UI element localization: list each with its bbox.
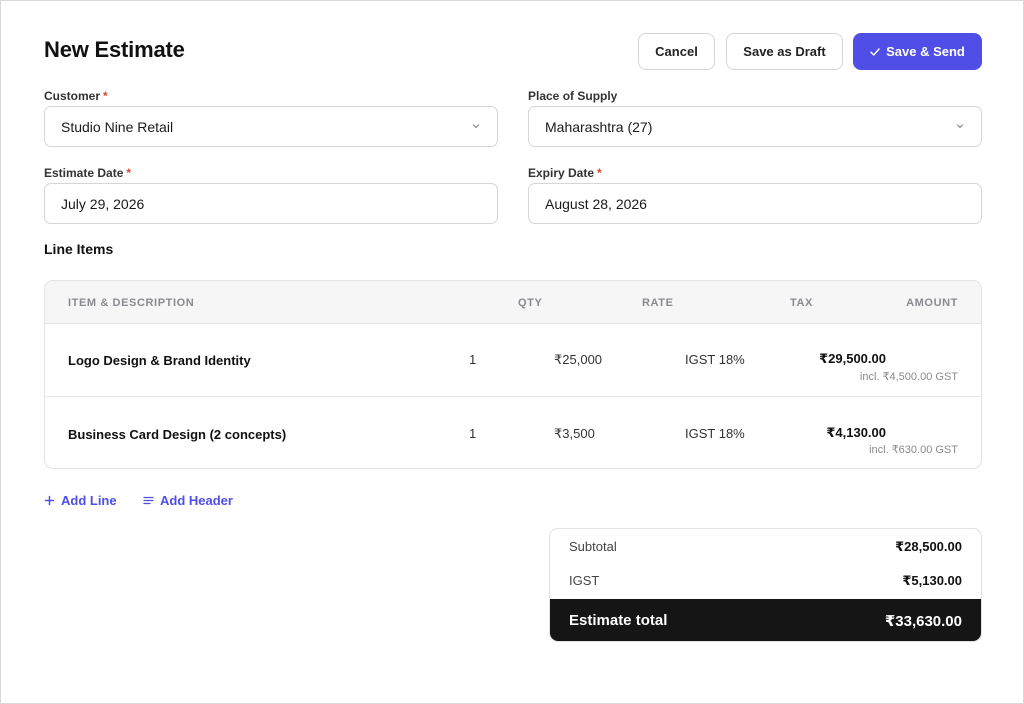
subtotal-label: Subtotal <box>569 539 617 554</box>
estimate-total-row: Estimate total ₹33,630.00 <box>550 599 981 641</box>
tax-row: IGST ₹5,130.00 <box>550 563 981 597</box>
estimate-date-label: Estimate Date * <box>44 166 131 180</box>
estimate-date-label-text: Estimate Date <box>44 166 124 180</box>
item-rate: ₹3,500 <box>554 426 595 441</box>
item-tax: IGST 18% <box>685 426 745 441</box>
add-header-button[interactable]: Add Header <box>143 493 233 508</box>
estimate-total-label: Estimate total <box>569 612 668 629</box>
item-amount: ₹4,130.00 <box>826 425 886 440</box>
customer-label: Customer * <box>44 89 108 103</box>
save-and-send-button[interactable]: Save & Send <box>853 33 982 70</box>
chevron-down-icon <box>472 124 480 129</box>
table-row[interactable]: Logo Design & Brand Identity 1 ₹25,000 I… <box>45 324 981 396</box>
customer-select[interactable]: Studio Nine Retail <box>44 106 498 147</box>
item-qty: 1 <box>469 352 477 367</box>
item-qty: 1 <box>469 426 477 441</box>
customer-label-text: Customer <box>44 89 101 103</box>
tax-value: ₹5,130.00 <box>902 573 962 588</box>
required-marker: * <box>103 89 108 103</box>
chevron-down-icon <box>956 124 964 129</box>
estimate-date-field[interactable]: July 29, 2026 <box>44 183 498 224</box>
add-header-label: Add Header <box>160 493 233 508</box>
estimate-form: New Estimate Cancel Save as Draft Save &… <box>0 0 1024 704</box>
column-tax: TAX <box>790 297 813 309</box>
item-name: Business Card Design (2 concepts) <box>68 427 287 442</box>
tax-label: IGST <box>569 573 600 588</box>
save-as-draft-button[interactable]: Save as Draft <box>726 33 843 70</box>
required-marker: * <box>597 166 602 180</box>
item-tax-included: incl. ₹4,500.00 GST <box>859 371 958 383</box>
item-tax-included: incl. ₹630.00 GST <box>869 444 958 456</box>
add-line-button[interactable]: Add Line <box>44 493 117 508</box>
item-tax: IGST 18% <box>685 352 745 367</box>
line-items-title: Line Items <box>44 241 114 257</box>
item-amount: ₹29,500.00 <box>819 351 886 366</box>
item-rate: ₹25,000 <box>554 352 603 367</box>
expiry-date-field[interactable]: August 28, 2026 <box>528 183 982 224</box>
column-qty: QTY <box>518 297 543 309</box>
save-and-send-label: Save & Send <box>886 44 965 59</box>
place-of-supply-select[interactable]: Maharashtra (27) <box>528 106 982 147</box>
check-icon <box>870 47 880 56</box>
column-rate: RATE <box>642 297 674 309</box>
customer-value: Studio Nine Retail <box>61 118 174 135</box>
page-title: New Estimate <box>44 37 185 62</box>
line-items-table: ITEM & DESCRIPTION QTY RATE TAX AMOUNT L… <box>44 280 982 469</box>
item-name: Logo Design & Brand Identity <box>68 353 251 368</box>
estimate-date-value: July 29, 2026 <box>61 195 145 212</box>
subtotal-value: ₹28,500.00 <box>895 539 962 554</box>
table-row[interactable]: Business Card Design (2 concepts) 1 ₹3,5… <box>45 396 981 468</box>
lines-icon <box>143 496 154 505</box>
expiry-date-label-text: Expiry Date <box>528 166 595 180</box>
estimate-total-value: ₹33,630.00 <box>884 613 962 630</box>
column-amount: AMOUNT <box>906 297 958 309</box>
add-line-label: Add Line <box>61 493 117 508</box>
plus-icon <box>44 495 55 506</box>
place-of-supply-value: Maharashtra (27) <box>545 118 653 135</box>
required-marker: * <box>126 166 132 180</box>
column-item: ITEM & DESCRIPTION <box>68 297 195 309</box>
totals-panel: Subtotal ₹28,500.00 IGST ₹5,130.00 Estim… <box>549 528 982 642</box>
cancel-button[interactable]: Cancel <box>638 33 715 70</box>
expiry-date-value: August 28, 2026 <box>545 195 647 212</box>
expiry-date-label: Expiry Date * <box>528 166 602 180</box>
place-of-supply-label: Place of Supply <box>528 89 618 103</box>
subtotal-row: Subtotal ₹28,500.00 <box>550 529 981 563</box>
table-header: ITEM & DESCRIPTION QTY RATE TAX AMOUNT <box>45 281 981 324</box>
